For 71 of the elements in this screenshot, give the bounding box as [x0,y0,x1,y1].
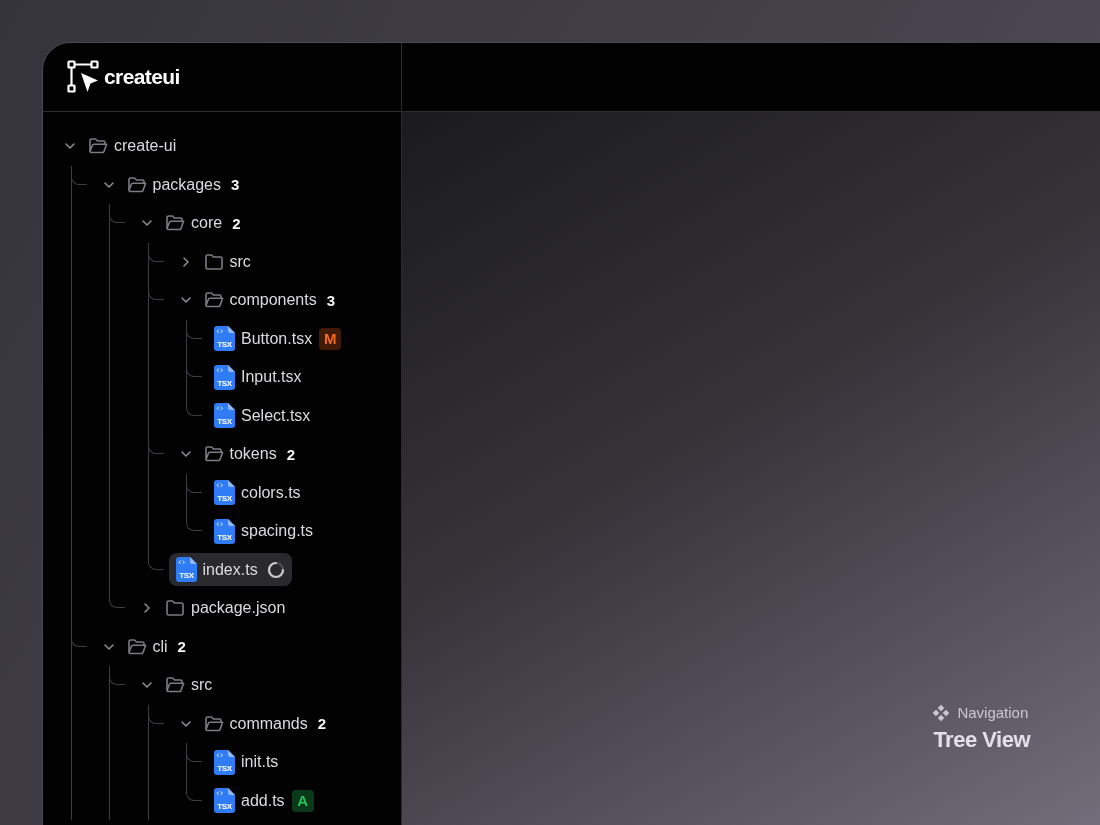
branch-connector [147,281,164,300]
item-count: 2 [317,715,327,733]
section-title: Tree View [933,727,1030,753]
branch-connector [147,704,164,724]
guide-line [186,330,187,358]
branch-connector [147,550,164,570]
tsx-file-icon: TSX [214,480,235,506]
tree-item[interactable]: TSX Button.tsx [207,322,320,356]
tsx-file-icon: TSX [214,326,235,352]
item-count: 3 [326,291,335,309]
section-label: Navigation [957,704,1029,721]
branch-connector [186,743,202,762]
branch-connector [186,396,202,416]
tsx-file-icon: TSX [214,518,235,544]
tree-item[interactable]: commands [196,707,315,741]
tree-item[interactable]: create-ui [81,129,184,163]
branch-connector [109,666,125,685]
tree-item[interactable]: TSX Input.tsx [207,360,309,394]
tsx-file-icon: TSX [214,403,235,429]
logo-icon [67,60,99,94]
tree-item[interactable]: cli [119,630,175,664]
open-folder-icon [88,137,108,156]
branch-connector [186,512,202,531]
tree-item[interactable]: TSX index.ts [168,553,292,587]
guide-line [147,253,149,281]
open-folder-icon [126,637,147,656]
tree-item[interactable]: components [196,283,324,317]
tsx-file-icon: TSX [214,788,235,814]
logo-text: createui [104,65,180,89]
branch-connector [186,319,202,339]
status-badge: M [319,327,342,350]
branch-connector [186,473,202,493]
tsx-file-icon: TSX [214,364,235,390]
open-folder-icon [203,714,224,733]
tree-item[interactable]: TSX init.ts [207,745,286,779]
tree-item[interactable]: TSX spacing.ts [207,514,321,548]
branch-connector [186,781,202,801]
tree-item[interactable]: tokens [196,437,284,471]
diamonds-icon [933,704,950,721]
guide-line [186,484,187,512]
status-badge: A [291,789,314,812]
branch-connector [147,435,164,454]
item-count: 2 [177,638,186,656]
tree-item[interactable]: TSX add.ts [207,784,292,818]
folder-icon [203,252,224,271]
branch-connector [70,627,87,647]
open-folder-icon [165,676,185,695]
open-folder-icon [203,445,224,464]
open-folder-icon [203,291,224,310]
guide-line [186,754,187,782]
tree-item[interactable]: TSX Select.tsx [207,399,318,433]
tree-item[interactable]: packages [119,168,228,202]
tree-item[interactable]: core [158,206,230,240]
tree-item[interactable]: src [158,668,220,702]
tree-item[interactable]: TSX colors.ts [207,476,308,510]
branch-connector [147,242,164,262]
branch-connector [186,358,202,377]
branch-connector [109,204,125,223]
branch-connector [109,589,125,608]
item-count: 2 [286,445,295,463]
open-folder-icon [126,175,147,194]
tsx-file-icon: TSX [175,557,197,583]
folder-icon [165,599,185,618]
tree-item[interactable]: package.json [158,591,293,625]
guide-line [186,369,187,397]
branch-connector [70,165,87,185]
item-count: 2 [232,214,241,232]
tsx-file-icon: TSX [214,749,235,775]
item-count: 3 [231,176,240,194]
open-folder-icon [165,214,185,233]
tree-item[interactable]: src [196,245,258,279]
